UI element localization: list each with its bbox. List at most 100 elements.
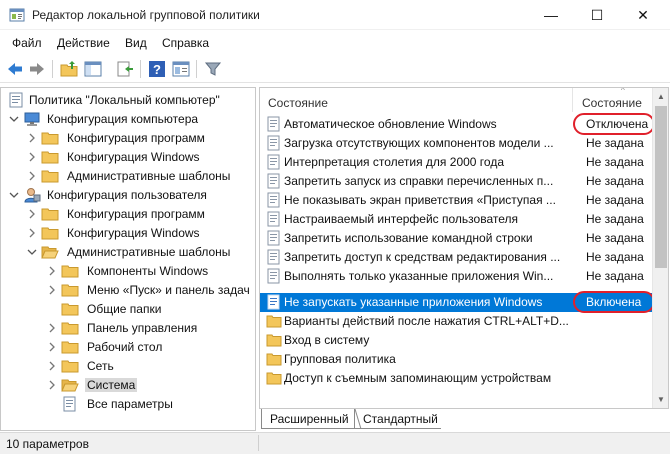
tree-label: Конфигурация компьютера bbox=[47, 112, 199, 126]
setting-state: Не задана bbox=[586, 193, 644, 207]
list-item[interactable]: Вход в систему bbox=[260, 331, 652, 350]
tree-item-uc-software[interactable]: Конфигурация программ bbox=[1, 205, 255, 224]
list-item[interactable]: Выполнять только указанные приложения Wi… bbox=[260, 267, 652, 286]
folder-icon bbox=[266, 353, 282, 366]
setting-name: Загрузка отсутствующих компонентов модел… bbox=[284, 136, 554, 150]
tree-label: Все параметры bbox=[87, 397, 173, 411]
menu-view[interactable]: Вид bbox=[125, 36, 147, 50]
list-item[interactable]: Варианты действий после нажатия CTRL+ALT… bbox=[260, 312, 652, 331]
folder-icon bbox=[266, 315, 282, 328]
tree-item-network[interactable]: Сеть bbox=[1, 357, 255, 376]
setting-name: Настраиваемый интерфейс пользователя bbox=[284, 212, 518, 226]
chevron-down-icon[interactable] bbox=[27, 246, 37, 258]
up-folder-icon[interactable] bbox=[60, 60, 78, 78]
tree-item-user-config[interactable]: Конфигурация пользователя bbox=[1, 186, 255, 205]
folder-icon bbox=[266, 334, 282, 347]
chevron-right-icon[interactable] bbox=[27, 170, 37, 182]
tree-label: Конфигурация программ bbox=[67, 131, 205, 145]
tree-item-windows-components[interactable]: Компоненты Windows bbox=[1, 262, 255, 281]
scroll-down-icon[interactable]: ▼ bbox=[653, 391, 668, 408]
list-item[interactable]: Запретить использование командной строки… bbox=[260, 229, 652, 248]
setting-name: Интерпретация столетия для 2000 года bbox=[284, 155, 504, 169]
tree-label: Конфигурация пользователя bbox=[47, 188, 207, 202]
forward-icon[interactable] bbox=[28, 60, 46, 78]
chevron-right-icon[interactable] bbox=[47, 341, 57, 353]
tree-pane[interactable]: Политика "Локальный компьютер" Конфигура… bbox=[0, 87, 256, 431]
chevron-right-icon[interactable] bbox=[27, 208, 37, 220]
policy-setting-icon bbox=[267, 211, 280, 227]
tree-label: Система bbox=[85, 378, 138, 392]
setting-name: Не показывать экран приветствия «Приступ… bbox=[284, 193, 556, 207]
list-item[interactable]: Запретить доступ к средствам редактирова… bbox=[260, 248, 652, 267]
policy-setting-icon bbox=[267, 154, 280, 170]
help-icon[interactable]: ? bbox=[148, 60, 166, 78]
folder-icon bbox=[41, 227, 59, 240]
minimize-button[interactable]: — bbox=[528, 0, 574, 30]
folder-open-icon bbox=[41, 246, 59, 259]
chevron-right-icon[interactable] bbox=[47, 379, 57, 391]
properties-icon[interactable] bbox=[172, 60, 190, 78]
list-item[interactable]: Не показывать экран приветствия «Приступ… bbox=[260, 191, 652, 210]
filter-icon[interactable] bbox=[204, 60, 222, 78]
tree-item-cc-windows[interactable]: Конфигурация Windows bbox=[1, 148, 255, 167]
chevron-down-icon[interactable] bbox=[9, 113, 19, 125]
list-item[interactable]: Интерпретация столетия для 2000 года Не … bbox=[260, 153, 652, 172]
setting-name: Запретить запуск из справки перечисленны… bbox=[284, 174, 554, 188]
setting-name: Варианты действий после нажатия CTRL+ALT… bbox=[284, 314, 569, 328]
settings-list-pane[interactable]: ^ Состояние Состояние Автоматическое обн… bbox=[259, 87, 669, 409]
tree-item-system[interactable]: Система bbox=[1, 376, 255, 395]
tab-standard[interactable]: Стандартный bbox=[355, 409, 441, 429]
chevron-right-icon[interactable] bbox=[27, 151, 37, 163]
tree-label: Компоненты Windows bbox=[87, 264, 209, 278]
scrollbar-thumb[interactable] bbox=[655, 106, 667, 268]
setting-state: Не задана bbox=[586, 155, 644, 169]
tree-item-shared-folders[interactable]: Общие папки bbox=[1, 300, 255, 319]
export-list-icon[interactable] bbox=[116, 60, 134, 78]
folder-icon bbox=[61, 284, 79, 297]
chevron-right-icon[interactable] bbox=[47, 322, 57, 334]
vertical-scrollbar[interactable]: ▲ ▼ bbox=[652, 88, 668, 408]
menu-file[interactable]: Файл bbox=[12, 36, 42, 50]
setting-state: Не задана bbox=[586, 269, 644, 283]
setting-name: Групповая политика bbox=[284, 352, 396, 366]
chevron-right-icon[interactable] bbox=[47, 265, 57, 277]
tree-label: Конфигурация Windows bbox=[67, 226, 200, 240]
tree-label: Административные шаблоны bbox=[67, 245, 231, 259]
chevron-right-icon[interactable] bbox=[47, 360, 57, 372]
list-item[interactable]: Настраиваемый интерфейс пользователя Не … bbox=[260, 210, 652, 229]
tree-item-control-panel[interactable]: Панель управления bbox=[1, 319, 255, 338]
list-item[interactable]: Групповая политика bbox=[260, 350, 652, 369]
chevron-down-icon[interactable] bbox=[9, 189, 19, 201]
tree-item-uc-admin[interactable]: Административные шаблоны bbox=[1, 243, 255, 262]
tree-item-cc-admin[interactable]: Административные шаблоны bbox=[1, 167, 255, 186]
menu-bar: Файл Действие Вид Справка bbox=[0, 31, 670, 56]
policy-setting-icon bbox=[267, 192, 280, 208]
state-highlight-ring bbox=[573, 113, 655, 135]
show-hide-tree-icon[interactable] bbox=[84, 60, 102, 78]
computer-icon bbox=[24, 112, 40, 126]
scroll-up-icon[interactable]: ▲ bbox=[653, 88, 668, 105]
menu-action[interactable]: Действие bbox=[57, 36, 110, 50]
maximize-button[interactable]: ☐ bbox=[574, 0, 620, 30]
chevron-right-icon[interactable] bbox=[27, 132, 37, 144]
chevron-right-icon[interactable] bbox=[47, 284, 57, 296]
status-text: 10 параметров bbox=[6, 437, 89, 451]
column-divider[interactable] bbox=[572, 88, 573, 112]
tree-item-computer-config[interactable]: Конфигурация компьютера bbox=[1, 110, 255, 129]
tree-item-all-settings[interactable]: Все параметры bbox=[1, 395, 255, 414]
list-item[interactable]: Загрузка отсутствующих компонентов модел… bbox=[260, 134, 652, 153]
tree-item-cc-software[interactable]: Конфигурация программ bbox=[1, 129, 255, 148]
chevron-right-icon[interactable] bbox=[27, 227, 37, 239]
menu-help[interactable]: Справка bbox=[162, 36, 209, 50]
tab-extended[interactable]: Расширенный bbox=[261, 409, 355, 429]
close-button[interactable]: ✕ bbox=[620, 0, 666, 30]
tree-item-start-menu[interactable]: Меню «Пуск» и панель задач bbox=[1, 281, 255, 300]
tree-item-desktop[interactable]: Рабочий стол bbox=[1, 338, 255, 357]
list-item[interactable]: Доступ к съемным запоминающим устройства… bbox=[260, 369, 652, 388]
column-header-name[interactable]: Состояние bbox=[268, 96, 328, 110]
tree-item-root[interactable]: Политика "Локальный компьютер" bbox=[1, 91, 255, 110]
list-item[interactable]: Запретить запуск из справки перечисленны… bbox=[260, 172, 652, 191]
back-icon[interactable] bbox=[6, 60, 24, 78]
tree-item-uc-windows[interactable]: Конфигурация Windows bbox=[1, 224, 255, 243]
column-header-state[interactable]: Состояние bbox=[582, 96, 642, 110]
